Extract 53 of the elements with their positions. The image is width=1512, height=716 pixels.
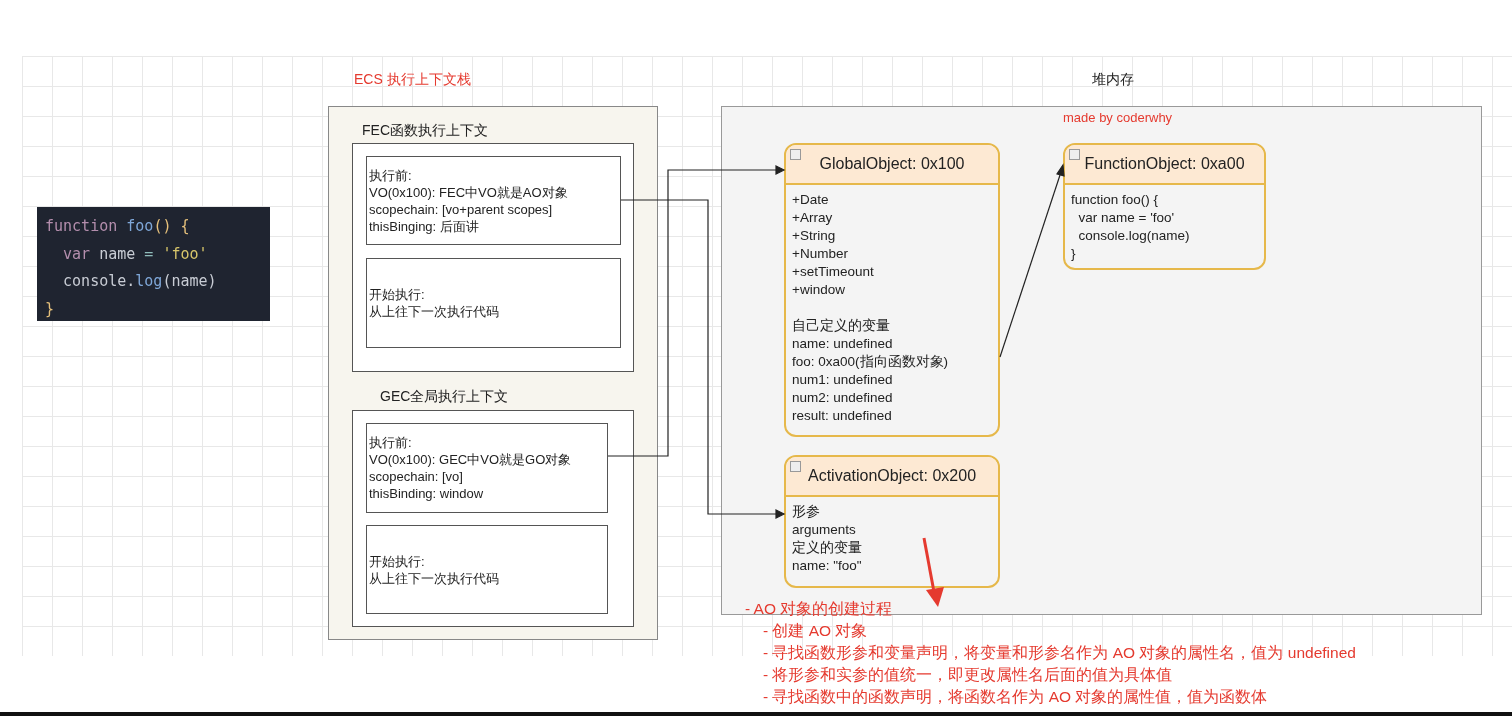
object-line: +setTimeount — [792, 263, 875, 281]
object-line: num2: undefined — [792, 389, 894, 407]
code-line: var name = 'foo' — [62, 243, 209, 265]
object-line: var name = 'foo' — [1077, 209, 1176, 227]
box-line: 从上往下一次执行代码 — [369, 569, 500, 587]
context-title: GEC全局执行上下文 — [380, 388, 509, 406]
note-text: - 将形参和实参的值统一，即更改属性名后面的值为具体值 — [762, 665, 1174, 685]
object-line: foo: 0xa00(指向函数对象) — [792, 353, 950, 371]
note-text: - 寻找函数中的函数声明，将函数名作为 AO 对象的属性值，值为函数体 — [762, 687, 1269, 707]
object-line: function foo() { — [1071, 191, 1160, 209]
object-line: +String — [792, 227, 837, 245]
note-text: - 创建 AO 对象 — [762, 621, 869, 641]
object-line: result: undefined — [792, 407, 893, 425]
collapse-icon[interactable] — [790, 149, 801, 160]
code-line: function foo() { — [45, 216, 191, 237]
collapse-icon[interactable] — [790, 461, 801, 472]
heap-title: 堆内存 — [1092, 71, 1134, 89]
object-title: ActivationObject: 0x200 — [807, 467, 977, 485]
object-line: name: undefined — [792, 335, 894, 353]
object-line: num1: undefined — [792, 371, 894, 389]
box-line: thisBinging: 后面讲 — [369, 217, 480, 235]
object-line: +window — [792, 281, 846, 299]
collapse-icon[interactable] — [1069, 149, 1080, 160]
note-text: - AO 对象的创建过程 — [745, 599, 894, 619]
box-line: 开始执行: — [369, 552, 426, 570]
box-line: scopechain: [vo] — [369, 468, 464, 485]
object-line: +Array — [792, 209, 834, 227]
box-line: 从上往下一次执行代码 — [369, 303, 500, 320]
credit-text: made by coderwhy — [1063, 110, 1173, 125]
object-line: 定义的变量 — [792, 539, 863, 557]
stack-title: ECS 执行上下文栈 — [354, 71, 471, 89]
object-line: 自己定义的变量 — [792, 317, 891, 335]
object-line: name: "foo" — [792, 557, 863, 575]
object-title: GlobalObject: 0x100 — [819, 155, 965, 173]
box-line: 开始执行: — [369, 286, 426, 303]
object-line: console.log(name) — [1077, 227, 1191, 245]
box-line: VO(0x100): FEC中VO就是AO对象 — [369, 183, 569, 201]
pointer-arrow — [922, 537, 944, 607]
box-line: 执行前: — [369, 434, 413, 451]
object-line: arguments — [792, 521, 857, 539]
object-line: 形参 — [792, 503, 821, 521]
object-title: FunctionObject: 0xa00 — [1084, 155, 1245, 173]
code-line: console.log(name) — [62, 271, 218, 292]
code-line: } — [45, 298, 56, 320]
object-line: +Date — [792, 191, 830, 209]
context-title: FEC函数执行上下文 — [362, 122, 488, 140]
object-line: +Number — [792, 245, 849, 263]
object-line: } — [1071, 245, 1077, 263]
box-line: scopechain: [vo+parent scopes] — [369, 200, 554, 218]
note-text: - 寻找函数形参和变量声明，将变量和形参名作为 AO 对象的属性名，值为 undefined — [762, 643, 1356, 663]
box-line: thisBinding: window — [369, 485, 485, 502]
box-line: 执行前: — [369, 166, 413, 184]
box-line: VO(0x100): GEC中VO就是GO对象 — [369, 451, 573, 468]
